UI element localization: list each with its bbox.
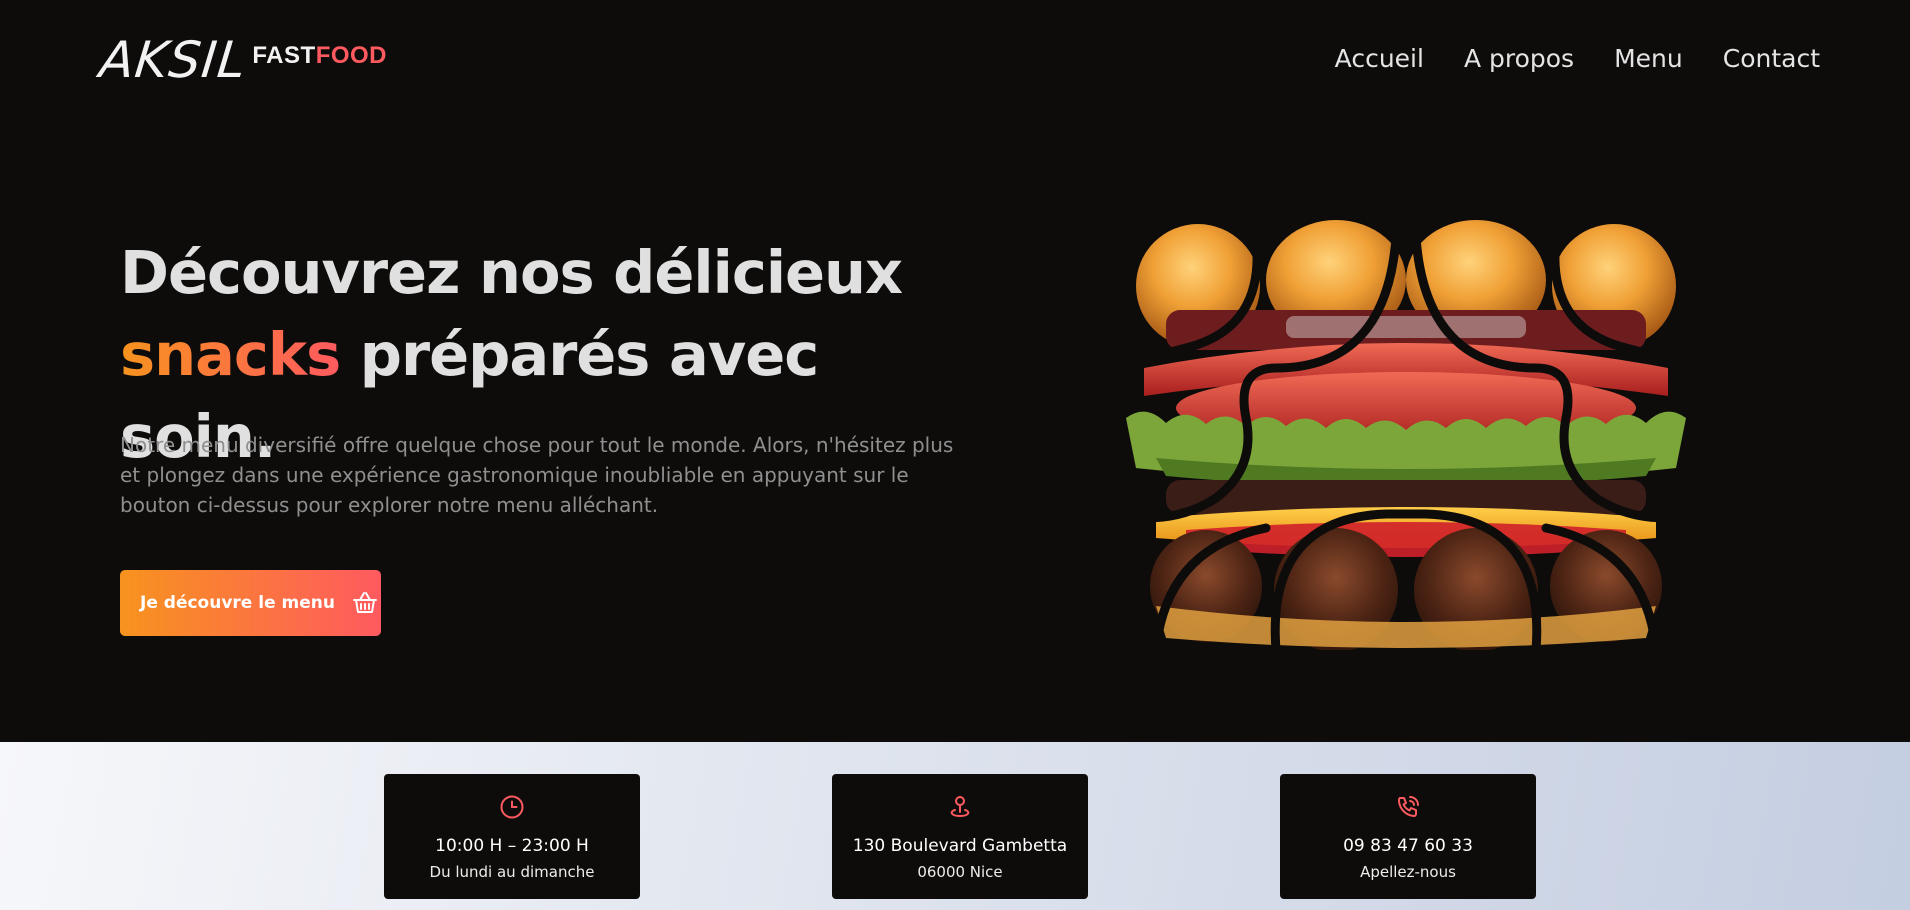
hours-title: 10:00 H – 23:00 H (435, 836, 589, 856)
hero-title-accent: snacks (120, 320, 341, 389)
logo-main-text: AKSIL (96, 31, 250, 89)
brand-logo[interactable]: AKSIL FAST FOOD (96, 31, 388, 89)
nav-link-contact[interactable]: Contact (1723, 44, 1820, 73)
main-nav: Accueil A propos Menu Contact (1335, 44, 1820, 73)
discover-menu-label: Je découvre le menu (140, 593, 335, 613)
phone-title: 09 83 47 60 33 (1343, 836, 1473, 856)
address-card: 130 Boulevard Gambetta 06000 Nice (832, 774, 1088, 899)
discover-menu-button[interactable]: Je découvre le menu (120, 570, 381, 636)
nav-link-accueil[interactable]: Accueil (1335, 44, 1424, 73)
hours-subtitle: Du lundi au dimanche (429, 863, 595, 881)
logo-food-text: FOOD (315, 42, 388, 69)
basket-icon (352, 591, 378, 615)
logo-fast-text: FAST (252, 42, 316, 69)
location-pin-icon (947, 794, 973, 824)
phone-subtitle: Apellez-nous (1360, 863, 1456, 881)
site-header: AKSIL FAST FOOD Accueil A propos Menu Co… (0, 0, 1910, 125)
burger-illustration (1126, 218, 1686, 655)
hours-card: 10:00 H – 23:00 H Du lundi au dimanche (384, 774, 640, 899)
address-title: 130 Boulevard Gambetta (852, 836, 1068, 856)
hero-description: Notre menu diversifié offre quelque chos… (120, 433, 954, 517)
phone-ringing-icon (1395, 794, 1421, 824)
phone-card[interactable]: 09 83 47 60 33 Apellez-nous (1280, 774, 1536, 899)
hero-title-line1: Découvrez nos délicieux (120, 238, 903, 307)
nav-link-a-propos[interactable]: A propos (1464, 44, 1574, 73)
nav-link-menu[interactable]: Menu (1614, 44, 1683, 73)
clock-icon (499, 794, 525, 824)
info-strip: 10:00 H – 23:00 H Du lundi au dimanche 1… (0, 742, 1910, 910)
address-subtitle: 06000 Nice (917, 863, 1003, 881)
